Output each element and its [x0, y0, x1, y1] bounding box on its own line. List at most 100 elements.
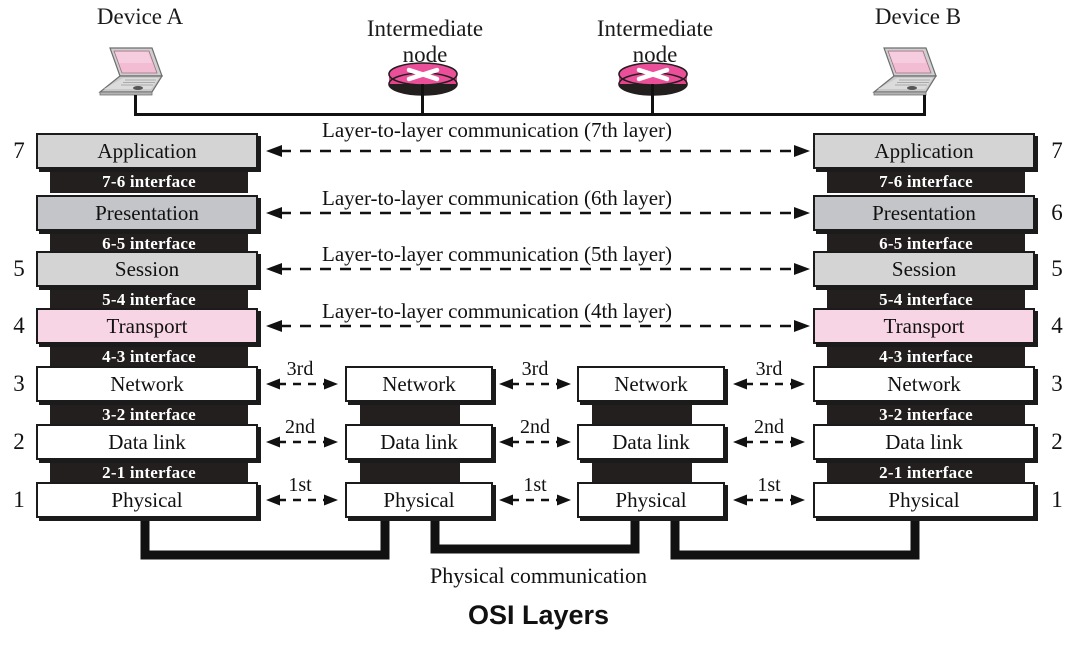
interface-bar-7-6-right: 7-6 interface [827, 171, 1025, 193]
layer-label: Physical [383, 487, 455, 512]
hop-label-datalink-1: 2nd [285, 416, 315, 438]
layer-box-datalink-right[interactable]: Data link [813, 424, 1035, 460]
layer-label: Transport [106, 313, 188, 338]
layer-number-left-3: 3 [13, 371, 25, 396]
interface-label: 4-3 interface [879, 347, 973, 366]
intermediate-1-drop-line [421, 84, 424, 115]
layer-number-right-4: 4 [1051, 313, 1063, 338]
layer-label: Physical [888, 487, 960, 512]
layer-number-left-4: 4 [13, 313, 25, 338]
hop-label-physical-2: 1st [523, 474, 547, 496]
layer-number-left-2: 2 [13, 429, 25, 454]
layer-number-right-6: 6 [1051, 200, 1063, 225]
layer-label: Data link [108, 429, 186, 454]
layer-box-transport-right[interactable]: Transport [813, 308, 1035, 344]
physical-bracket-right [670, 518, 920, 560]
layer-communication-arrow-7 [266, 145, 810, 157]
layer-number-left-5: 5 [13, 256, 25, 281]
layer-box-physical-intermediate-2[interactable]: Physical [577, 482, 725, 518]
layer-box-session-left[interactable]: Session [36, 251, 258, 287]
layer-number-right-1: 1 [1051, 487, 1063, 512]
interface-label: 7-6 interface [102, 172, 196, 191]
layer-label: Data link [380, 429, 458, 454]
laptop-icon [872, 47, 938, 96]
layer-communication-label-4: Layer-to-layer communication (4th layer) [322, 299, 673, 323]
top-bus-line [134, 113, 926, 116]
top-label-intermediate-2: Intermediate node [596, 16, 714, 67]
device-b-drop-line [923, 95, 926, 115]
layer-label: Network [110, 371, 184, 396]
layer-box-network-intermediate-1[interactable]: Network [345, 366, 493, 402]
laptop-icon [98, 47, 164, 96]
layer-box-physical-left[interactable]: Physical [36, 482, 258, 518]
interface-label: 5-4 interface [879, 290, 973, 309]
layer-number-right-2: 2 [1051, 429, 1063, 454]
layer-number-right-5: 5 [1051, 256, 1063, 281]
top-label-intermediate-1: Intermediate node [366, 16, 484, 67]
top-label-device-a: Device A [96, 4, 184, 29]
hop-label-network-2: 3rd [521, 358, 549, 380]
interface-label: 4-3 interface [102, 347, 196, 366]
interface-label: 2-1 interface [102, 463, 196, 482]
interface-bar-2-1-right: 2-1 interface [827, 462, 1025, 484]
interface-label: 5-4 interface [102, 290, 196, 309]
layer-label: Network [887, 371, 961, 396]
interface-label: 7-6 interface [879, 172, 973, 191]
interface-bar-2-1-left: 2-1 interface [50, 462, 248, 484]
layer-number-right-3: 3 [1051, 371, 1063, 396]
layer-label: Application [97, 138, 197, 163]
layer-label: Presentation [872, 200, 976, 225]
hop-label-physical-3: 1st [757, 474, 781, 496]
layer-number-left-7: 7 [13, 138, 25, 163]
interface-bar-3-2-right: 3-2 interface [827, 404, 1025, 426]
layer-box-network-right[interactable]: Network [813, 366, 1035, 402]
layer-label: Transport [883, 313, 965, 338]
layer-number-right-7: 7 [1051, 138, 1063, 163]
layer-box-physical-right[interactable]: Physical [813, 482, 1035, 518]
interface-bar-4-3-left: 4-3 interface [50, 346, 248, 368]
layer-label: Physical [615, 487, 687, 512]
layer-box-physical-intermediate-1[interactable]: Physical [345, 482, 493, 518]
layer-label: Presentation [95, 200, 199, 225]
physical-bracket-left [140, 518, 390, 560]
layer-label: Session [114, 256, 180, 281]
intermediate-2-drop-line [651, 84, 654, 115]
hop-label-network-3: 3rd [755, 358, 783, 380]
hop-label-physical-1: 1st [288, 474, 312, 496]
layer-number-left-1: 1 [13, 487, 25, 512]
layer-box-datalink-intermediate-2[interactable]: Data link [577, 424, 725, 460]
layer-box-network-intermediate-2[interactable]: Network [577, 366, 725, 402]
physical-bracket-middle [430, 518, 640, 554]
layer-box-application-right[interactable]: Application [813, 133, 1035, 169]
layer-label: Session [891, 256, 957, 281]
hop-label-datalink-3: 2nd [754, 416, 784, 438]
layer-box-network-left[interactable]: Network [36, 366, 258, 402]
layer-label: Data link [612, 429, 690, 454]
physical-communication-label: Physical communication [430, 563, 647, 588]
device-a-drop-line [134, 95, 137, 115]
figure-title: OSI Layers [467, 600, 610, 630]
interface-bar-4-3-right: 4-3 interface [827, 346, 1025, 368]
layer-box-presentation-left[interactable]: Presentation [36, 195, 258, 231]
layer-label: Network [382, 371, 456, 396]
interface-label: 3-2 interface [879, 405, 973, 424]
interface-label: 3-2 interface [102, 405, 196, 424]
layer-communication-label-7: Layer-to-layer communication (7th layer) [322, 118, 673, 142]
layer-box-presentation-right[interactable]: Presentation [813, 195, 1035, 231]
hop-label-datalink-2: 2nd [520, 416, 550, 438]
interface-label: 2-1 interface [879, 463, 973, 482]
interface-bar-3-2-left: 3-2 interface [50, 404, 248, 426]
layer-communication-label-6: Layer-to-layer communication (6th layer) [322, 186, 673, 210]
layer-box-session-right[interactable]: Session [813, 251, 1035, 287]
hop-label-network-1: 3rd [286, 358, 314, 380]
layer-box-application-left[interactable]: Application [36, 133, 258, 169]
osi-layers-diagram: Device A Intermediate node Intermediate … [0, 0, 1077, 648]
layer-communication-label-5: Layer-to-layer communication (5th layer) [322, 242, 673, 266]
layer-box-datalink-left[interactable]: Data link [36, 424, 258, 460]
layer-box-transport-left[interactable]: Transport [36, 308, 258, 344]
top-label-device-b: Device B [874, 4, 962, 29]
layer-box-datalink-intermediate-1[interactable]: Data link [345, 424, 493, 460]
layer-label: Network [614, 371, 688, 396]
interface-bar-7-6-left: 7-6 interface [50, 171, 248, 193]
layer-label: Physical [111, 487, 183, 512]
